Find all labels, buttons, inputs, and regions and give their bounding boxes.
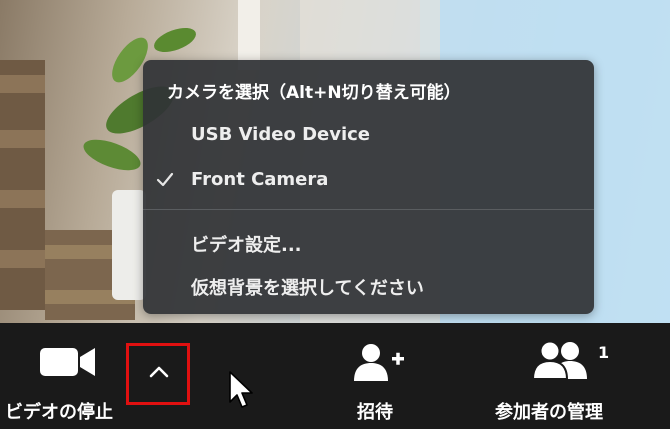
video-camera-icon [40, 345, 96, 383]
invite-label: 招待 [357, 402, 393, 423]
camera-select-menu: カメラを選択（Alt+N切り替え可能） USB Video Device Fro… [143, 60, 594, 314]
manage-participants-button[interactable]: 参加者の管理 [490, 323, 640, 429]
stop-video-button[interactable]: ビデオの停止 [0, 323, 126, 429]
participant-count-badge: 1 [598, 343, 610, 362]
add-user-icon [354, 343, 406, 387]
chevron-up-icon [149, 364, 169, 383]
manage-participants-label: 参加者の管理 [495, 402, 603, 423]
video-options-button[interactable] [126, 343, 190, 405]
stop-video-label: ビデオの停止 [5, 402, 113, 423]
menu-item-label: Front Camera [191, 169, 329, 190]
checkmark-icon [155, 170, 175, 190]
menu-divider [143, 209, 594, 210]
meeting-toolbar: ビデオの停止 招待 参加者の管理 1 [0, 323, 670, 429]
menu-item-label: ビデオ設定... [191, 235, 302, 256]
participants-icon [531, 340, 589, 385]
menu-item-label: USB Video Device [191, 124, 371, 145]
invite-button[interactable]: 招待 [340, 323, 420, 429]
menu-item-virtual-background[interactable]: 仮想背景を選択してください [143, 268, 594, 302]
menu-item-label: 仮想背景を選択してください [191, 278, 424, 299]
menu-item-front-camera[interactable]: Front Camera [143, 163, 594, 197]
menu-item-video-settings[interactable]: ビデオ設定... [143, 225, 594, 259]
menu-item-usb-video-device[interactable]: USB Video Device [143, 118, 594, 152]
mouse-cursor-icon [228, 370, 254, 414]
menu-header: カメラを選択（Alt+N切り替え可能） [167, 83, 461, 103]
